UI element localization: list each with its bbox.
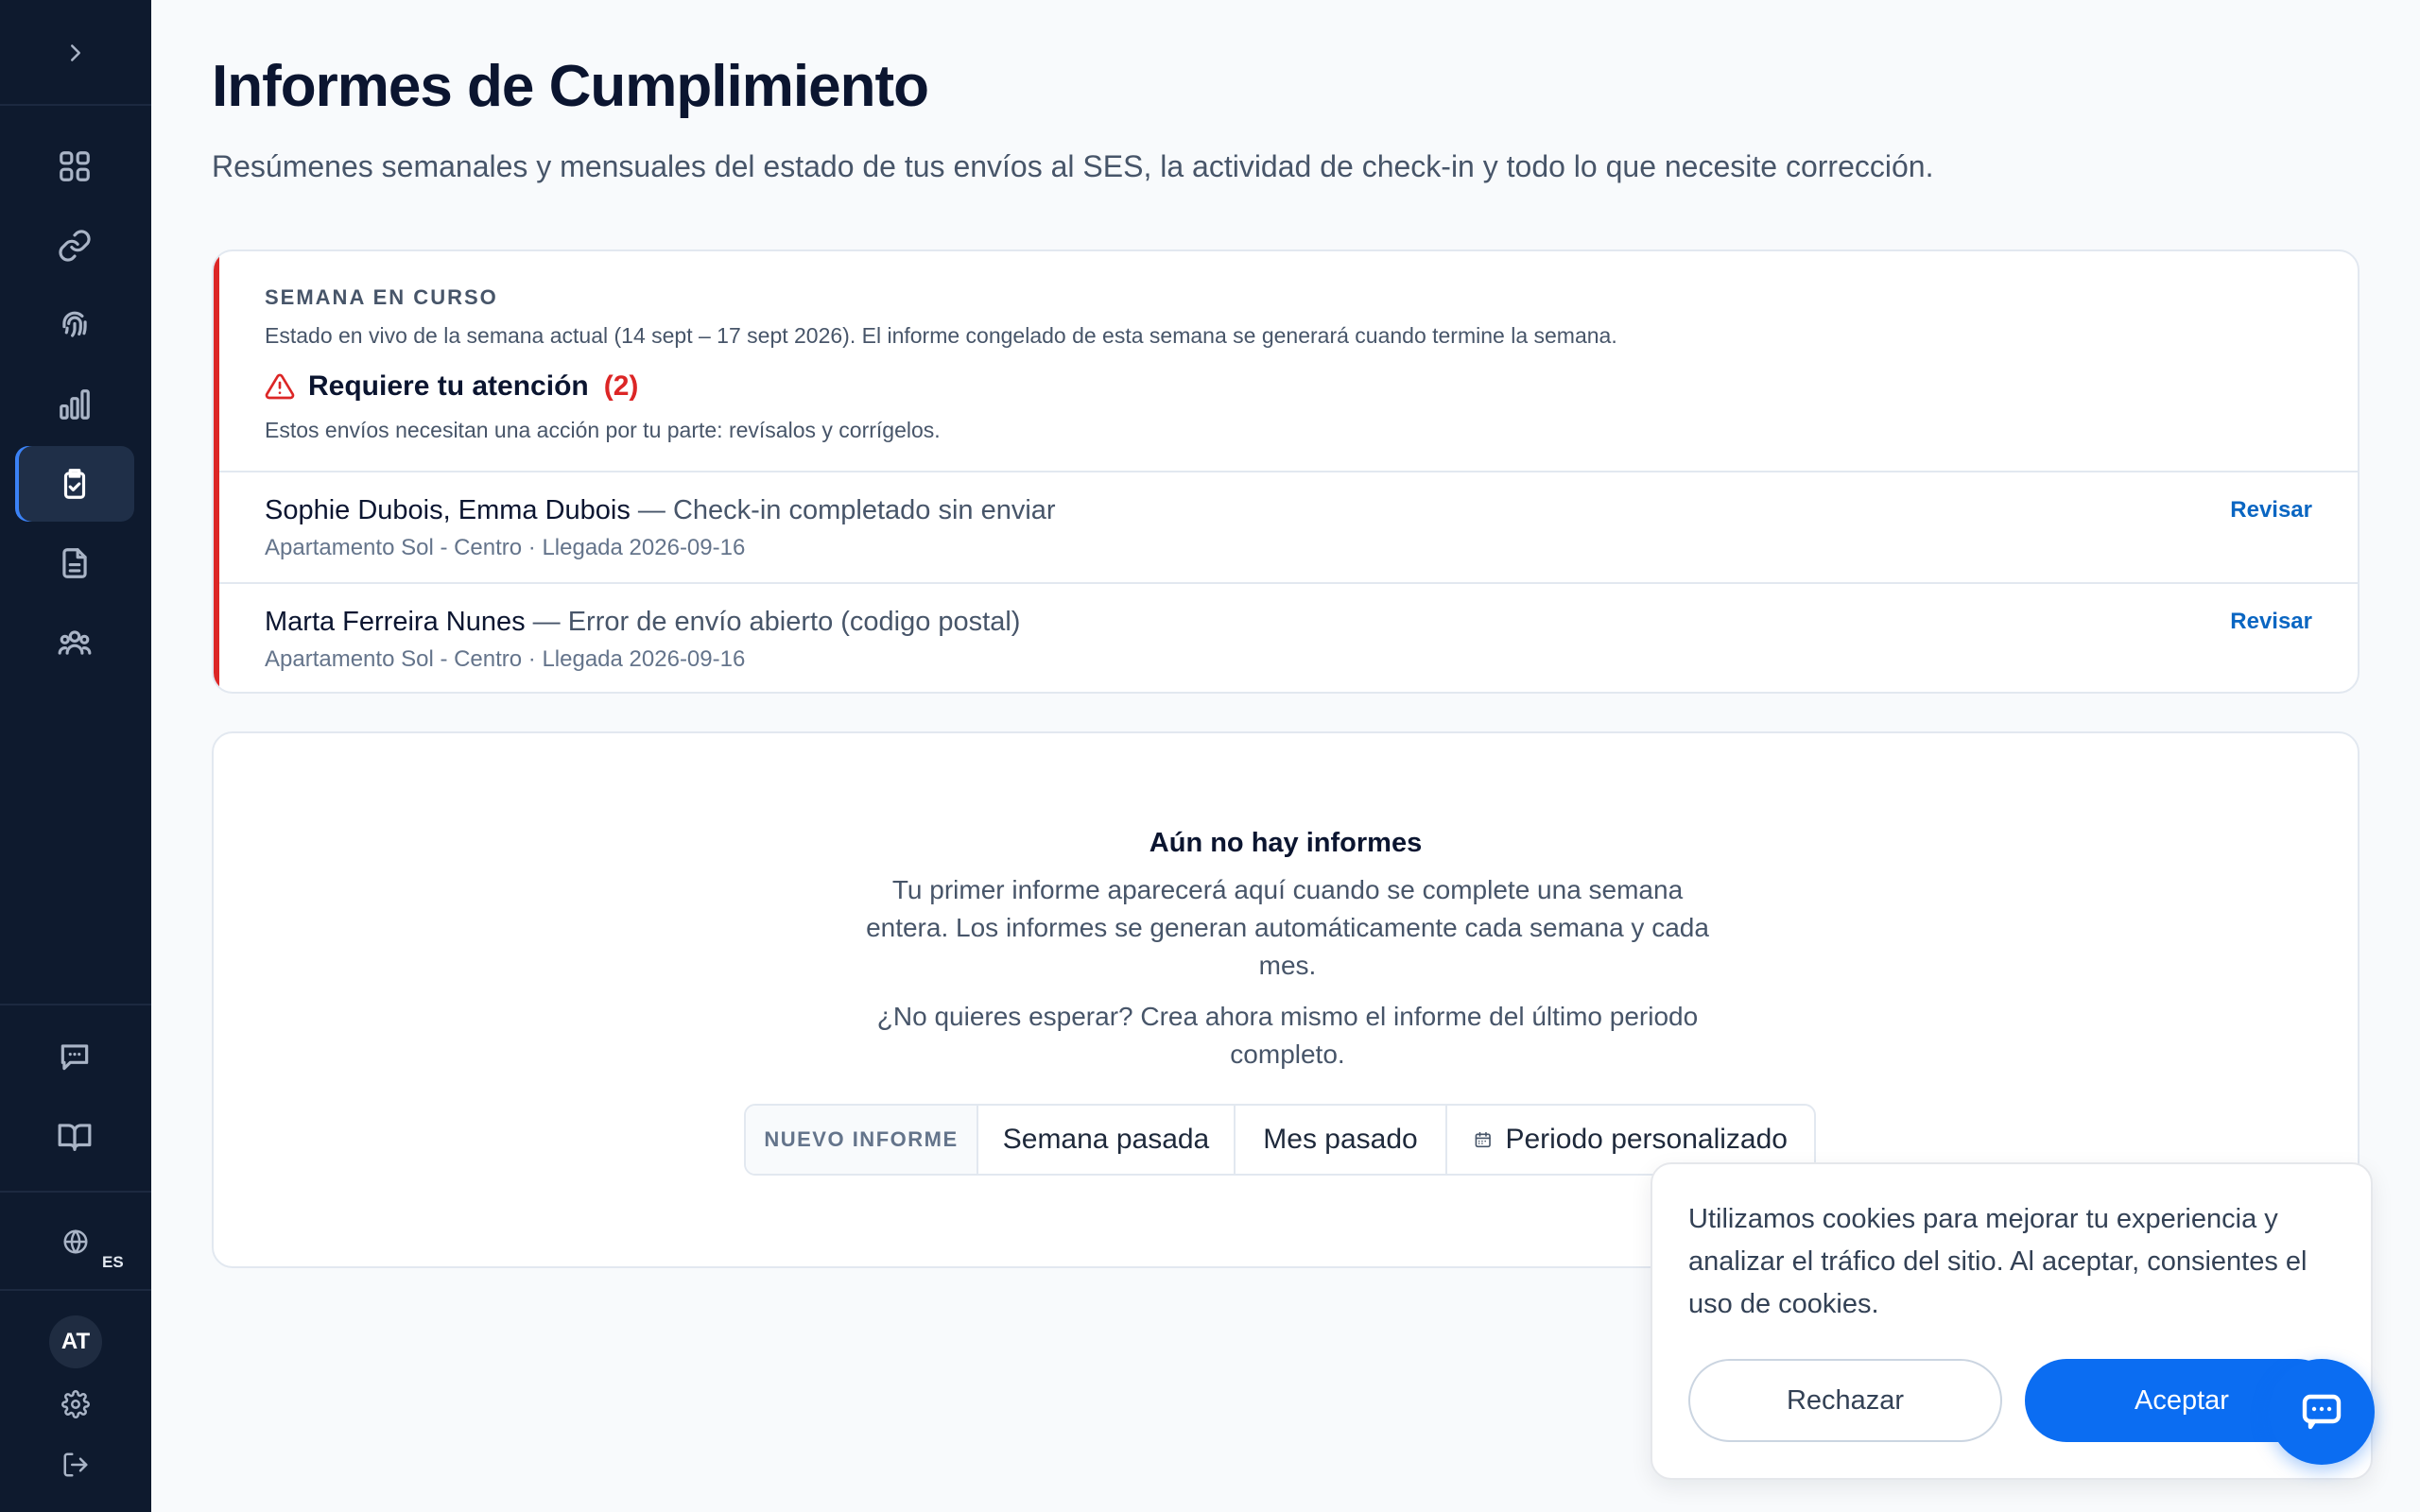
attention-heading: Requiere tu atención (2) [265, 370, 638, 403]
chevron-right-icon [71, 44, 80, 61]
guest-names: Marta Ferreira Nunes [265, 607, 526, 637]
review-link[interactable]: Revisar [2230, 609, 2312, 635]
review-link[interactable]: Revisar [2230, 497, 2312, 524]
sidebar: ES AT [0, 0, 151, 1512]
list-item-title: Marta Ferreira Nunes — Error de envío ab… [265, 607, 1020, 638]
sidebar-divider [0, 1004, 151, 1005]
sidebar-item-compliance[interactable] [15, 446, 134, 522]
section-eyebrow: SEMANA EN CURSO [265, 285, 498, 309]
week-description: Estado en vivo de la semana actual (14 s… [265, 323, 1617, 348]
reject-cookies-button[interactable]: Rechazar [1688, 1359, 2002, 1442]
last-week-label: Semana pasada [1002, 1124, 1210, 1155]
document-icon [62, 548, 87, 578]
settings-button[interactable] [47, 1376, 104, 1433]
grid-icon [60, 151, 90, 181]
page-title: Informes de Cumplimiento [212, 54, 929, 119]
sidebar-item-guests[interactable] [15, 605, 134, 680]
language-selector[interactable] [47, 1213, 104, 1270]
sidebar-item-links[interactable] [15, 208, 134, 284]
page-subtitle: Resúmenes semanales y mensuales del esta… [212, 149, 1934, 183]
empty-state-title: Aún no hay informes [1149, 828, 1423, 858]
attention-count: (2) [603, 370, 639, 402]
sidebar-item-documents[interactable] [15, 525, 134, 601]
logout-button[interactable] [47, 1436, 104, 1493]
guest-names: Sophie Dubois, Emma Dubois [265, 495, 631, 525]
warning-icon [265, 373, 295, 400]
book-icon [58, 1124, 92, 1151]
new-report-control: NUEVO INFORME Semana pasada Mes pasado P… [744, 1104, 1816, 1176]
cookie-text: Utilizamos cookies para mejorar tu exper… [1688, 1204, 2308, 1319]
last-week-button[interactable]: Semana pasada [978, 1106, 1236, 1174]
issue-text: — Check-in completado sin enviar [630, 495, 1056, 525]
bar-chart-icon [60, 389, 90, 420]
users-icon [58, 630, 92, 655]
new-report-label: NUEVO INFORME [746, 1106, 978, 1174]
chat-widget-button[interactable] [2269, 1359, 2375, 1465]
last-month-label: Mes pasado [1263, 1124, 1418, 1155]
logout-icon [63, 1452, 88, 1477]
sidebar-divider [0, 1289, 151, 1291]
cookie-banner: Utilizamos cookies para mejorar tu exper… [1651, 1162, 2373, 1480]
fingerprint-icon [62, 311, 87, 337]
last-month-button[interactable]: Mes pasado [1236, 1106, 1447, 1174]
clipboard-check-icon [63, 469, 86, 499]
link-icon [59, 230, 91, 262]
issue-text: — Error de envío abierto (codigo postal) [525, 607, 1021, 637]
avatar[interactable]: AT [49, 1315, 102, 1368]
list-item-details: Apartamento Sol - Centro · Llegada 2026-… [265, 535, 746, 560]
globe-icon [63, 1229, 88, 1254]
empty-state-prompt: ¿No quieres esperar? Crea ahora mismo el… [876, 1002, 1699, 1069]
chat-icon [60, 1044, 89, 1071]
expand-sidebar-button[interactable] [47, 25, 104, 81]
gear-icon [61, 1390, 90, 1418]
custom-period-label: Periodo personalizado [1505, 1124, 1788, 1155]
sidebar-item-docs[interactable] [15, 1098, 134, 1174]
current-week-card: SEMANA EN CURSO Estado en vivo de la sem… [212, 249, 2360, 694]
sidebar-divider [0, 1191, 151, 1193]
list-item: Marta Ferreira Nunes — Error de envío ab… [219, 582, 2358, 692]
list-item: Sophie Dubois, Emma Dubois — Check-in co… [219, 471, 2358, 582]
sidebar-divider [0, 104, 151, 106]
language-code: ES [102, 1253, 124, 1271]
sidebar-item-support-chat[interactable] [15, 1019, 134, 1094]
sidebar-item-analytics[interactable] [15, 367, 134, 442]
calendar-icon [1475, 1131, 1491, 1148]
sidebar-item-dashboard[interactable] [15, 129, 134, 204]
attention-description: Estos envíos necesitan una acción por tu… [265, 418, 941, 442]
sidebar-item-identity[interactable] [15, 287, 134, 363]
empty-state-description: Tu primer informe aparecerá aquí cuando … [866, 875, 1709, 980]
attention-title: Requiere tu atención [308, 370, 589, 402]
chat-bubble-icon [2302, 1394, 2342, 1430]
list-item-details: Apartamento Sol - Centro · Llegada 2026-… [265, 646, 746, 672]
list-item-title: Sophie Dubois, Emma Dubois — Check-in co… [265, 495, 1056, 526]
